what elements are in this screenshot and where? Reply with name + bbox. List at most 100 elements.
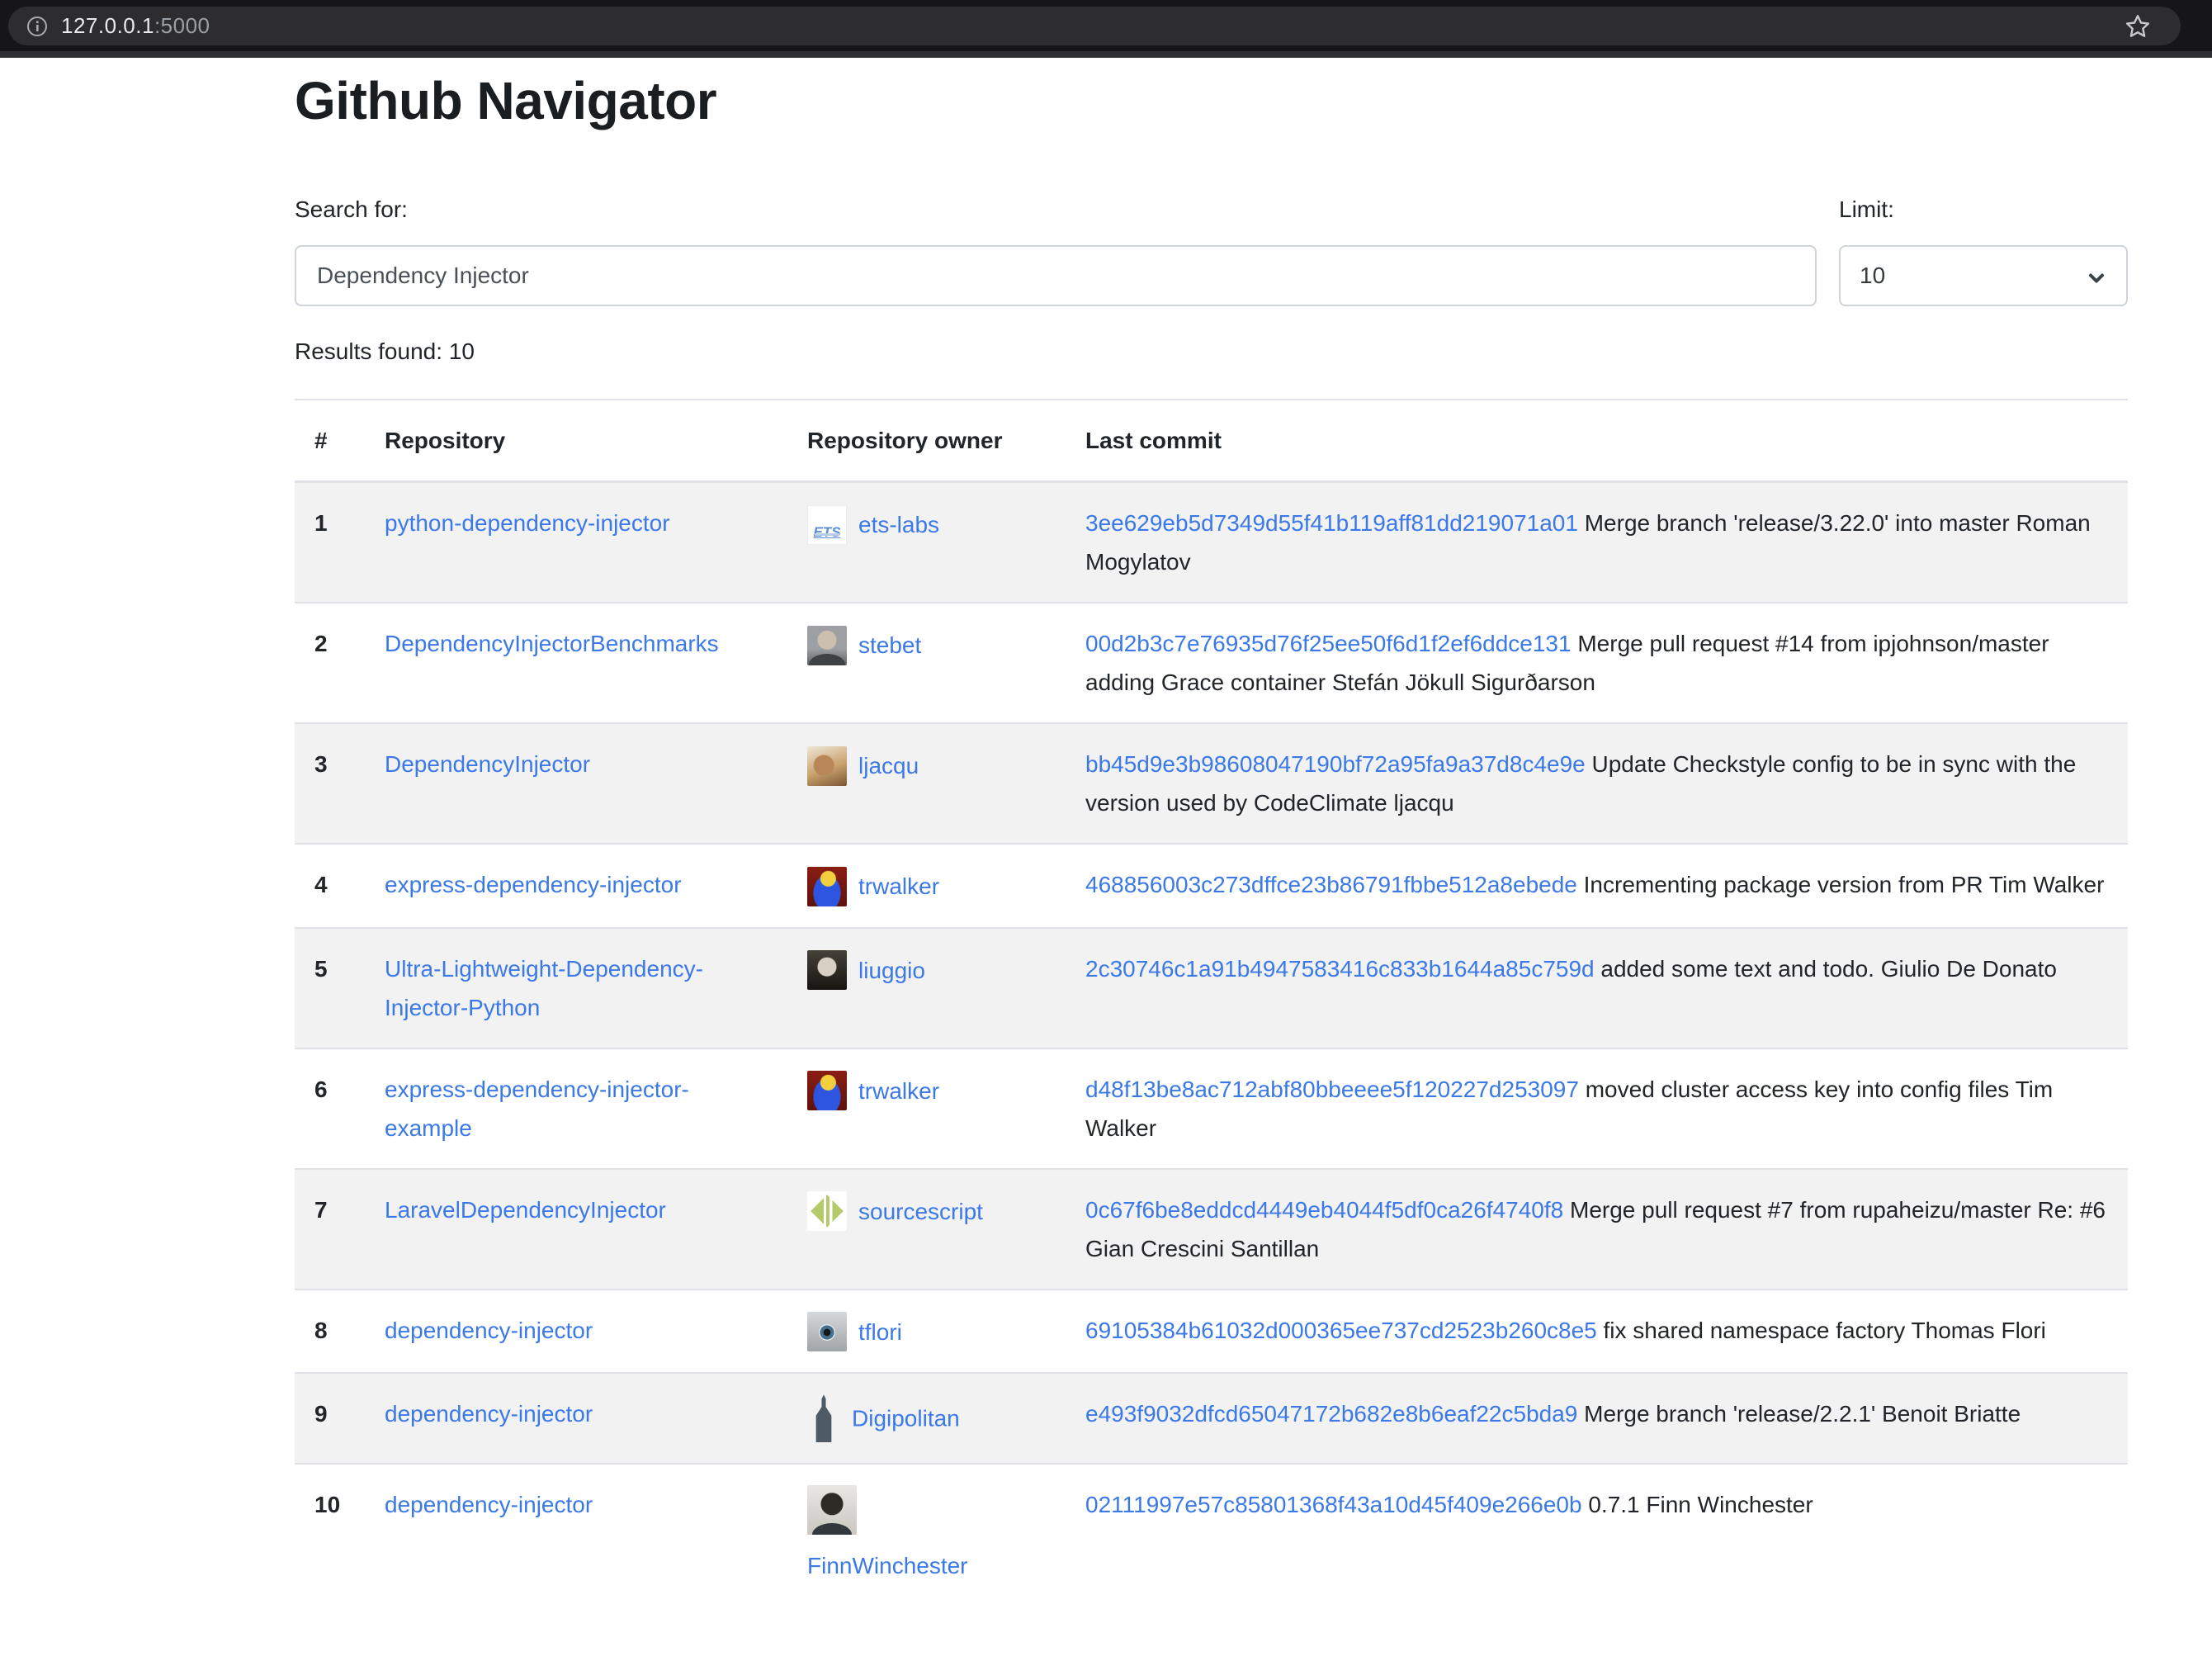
table-row: 5 Ultra-Lightweight-Dependency-Injector-P… [295,928,2128,1048]
commit-cell: 02111997e57c85801368f43a10d45f409e266e0b… [1066,1464,2128,1606]
commit-hash-link[interactable]: 69105384b61032d000365ee737cd2523b260c8e5 [1085,1318,1597,1343]
owner-link[interactable]: tflori [858,1319,902,1345]
owner-cell: tflori [787,1290,1066,1374]
owner-link[interactable]: FinnWinchester [807,1553,968,1578]
table-row: 4express-dependency-injectortrwalker4688… [295,844,2128,928]
owner-avatar [807,1485,857,1535]
owner-avatar [807,505,847,545]
repo-link[interactable]: dependency-injector [385,1318,593,1343]
row-number: 1 [295,482,365,603]
limit-block: Limit: 10 [1839,196,2128,306]
bookmark-star-icon[interactable] [2123,12,2153,41]
table-row: 2 DependencyInjectorBenchmarks stebet 00d2b… [295,603,2128,723]
commit-hash-link[interactable]: 3ee629eb5d7349d55f41b119aff81dd219071a01 [1085,510,1578,536]
owner-avatar [807,1071,847,1110]
owner-cell: liuggio [787,928,1066,1048]
repo-link[interactable]: dependency-injector [385,1401,593,1427]
table-row: 10 dependency-injector FinnWinchester 02111… [295,1464,2128,1606]
table-row: 1 python-dependency-injector ets-labs 3ee62… [295,482,2128,603]
chevron-down-icon [2085,267,2108,290]
commit-cell: d48f13be8ac712abf80bbeeee5f120227d253097… [1066,1048,2128,1169]
repo-link[interactable]: LaravelDependencyInjector [385,1197,666,1223]
owner-link[interactable]: trwalker [858,1078,939,1104]
repo-link[interactable]: dependency-injector [385,1492,593,1517]
owner-link[interactable]: stebet [858,632,921,658]
commit-cell: bb45d9e3b98608047190bf72a95fa9a37d8c4e9e… [1066,723,2128,844]
owner-cell: trwalker [787,844,1066,928]
row-number: 10 [295,1464,365,1606]
owner-link[interactable]: liuggio [858,958,925,983]
table-row: 7 LaravelDependencyInjector sourcescript 0c… [295,1169,2128,1290]
owner-cell: FinnWinchester [787,1464,1066,1606]
browser-chrome: 127.0.0.1:5000 [0,0,2212,58]
url-bar[interactable]: 127.0.0.1:5000 [8,7,2181,45]
repo-link[interactable]: Ultra-Lightweight-Dependency-Injector-Py… [385,956,703,1020]
search-input[interactable] [295,245,1817,306]
repo-link[interactable]: express-dependency-injector [385,872,682,897]
page-content: Github Navigator Search for: Limit: 10 R… [0,58,2212,1606]
repo-cell: python-dependency-injector [365,482,787,603]
commit-message: 0.7.1 Finn Winchester [1582,1492,1813,1517]
table-row: 6 express-dependency-injector-example trwa… [295,1048,2128,1169]
table-row: 3 DependencyInjector ljacqu bb45d9e3b986080… [295,723,2128,844]
repo-link[interactable]: python-dependency-injector [385,510,670,536]
repo-link[interactable]: DependencyInjectorBenchmarks [385,631,719,656]
row-number: 3 [295,723,365,844]
search-block: Search for: [295,196,1817,306]
owner-avatar [807,1191,847,1231]
commit-hash-link[interactable]: d48f13be8ac712abf80bbeeee5f120227d253097 [1085,1077,1579,1102]
commit-cell: 468856003c273dffce23b86791fbbe512a8ebede… [1066,844,2128,928]
commit-hash-link[interactable]: bb45d9e3b98608047190bf72a95fa9a37d8c4e9e [1085,751,1586,777]
owner-avatar [807,950,847,990]
url-host: 127.0.0.1 [61,13,154,38]
repo-cell: dependency-injector [365,1290,787,1374]
repo-cell: DependencyInjectorBenchmarks [365,603,787,723]
commit-cell: 69105384b61032d000365ee737cd2523b260c8e5… [1066,1290,2128,1374]
commit-message: added some text and todo. Giulio De Dona… [1595,956,2057,982]
row-number: 9 [295,1373,365,1464]
limit-select[interactable]: 10 [1839,245,2128,306]
column-header-owner: Repository owner [787,400,1066,482]
limit-selected-value: 10 [1860,263,1885,289]
owner-cell: trwalker [787,1048,1066,1169]
commit-hash-link[interactable]: 2c30746c1a91b4947583416c833b1644a85c759d [1085,956,1595,982]
table-row: 8 dependency-injector tflori 69105384b61032… [295,1290,2128,1374]
commit-message: Merge branch 'release/2.2.1' Benoit Bria… [1577,1401,2021,1427]
search-label: Search for: [295,196,1817,224]
owner-avatar [807,746,847,786]
owner-link[interactable]: Digipolitan [852,1406,960,1431]
row-number: 5 [295,928,365,1048]
limit-label: Limit: [1839,196,2128,224]
commit-message: Incrementing package version from PR Tim… [1577,872,2105,897]
url-text: 127.0.0.1:5000 [61,13,210,39]
repo-cell: Ultra-Lightweight-Dependency-Injector-Py… [365,928,787,1048]
owner-link[interactable]: ljacqu [858,753,919,778]
owner-link[interactable]: sourcescript [858,1199,983,1224]
row-number: 6 [295,1048,365,1169]
owner-link[interactable]: ets-labs [858,512,939,537]
owner-avatar [807,1312,847,1351]
owner-avatar [807,1394,840,1442]
repo-link[interactable]: DependencyInjector [385,751,590,777]
commit-hash-link[interactable]: 0c67f6be8eddcd4449eb4044f5df0ca26f4740f8 [1085,1197,1563,1223]
url-port: :5000 [154,13,210,38]
row-number: 2 [295,603,365,723]
repo-link[interactable]: express-dependency-injector-example [385,1077,689,1141]
commit-hash-link[interactable]: 468856003c273dffce23b86791fbbe512a8ebede [1085,872,1577,897]
info-icon[interactable] [26,16,48,37]
commit-hash-link[interactable]: 02111997e57c85801368f43a10d45f409e266e0b [1085,1492,1582,1517]
owner-avatar [807,626,847,665]
owner-cell: ljacqu [787,723,1066,844]
commit-hash-link[interactable]: 00d2b3c7e76935d76f25ee50f6d1f2ef6ddce131 [1085,631,1572,656]
commit-hash-link[interactable]: e493f9032dfcd65047172b682e8b6eaf22c5bda9 [1085,1401,1577,1427]
row-number: 8 [295,1290,365,1374]
owner-link[interactable]: trwalker [858,873,939,899]
repo-cell: LaravelDependencyInjector [365,1169,787,1290]
column-header-repository: Repository [365,400,787,482]
results-count: Results found: 10 [295,338,2128,366]
owner-avatar [807,867,847,906]
table-header-row: # Repository Repository owner Last commi… [295,400,2128,482]
row-number: 7 [295,1169,365,1290]
search-controls: Search for: Limit: 10 [295,196,2128,306]
owner-cell: sourcescript [787,1169,1066,1290]
